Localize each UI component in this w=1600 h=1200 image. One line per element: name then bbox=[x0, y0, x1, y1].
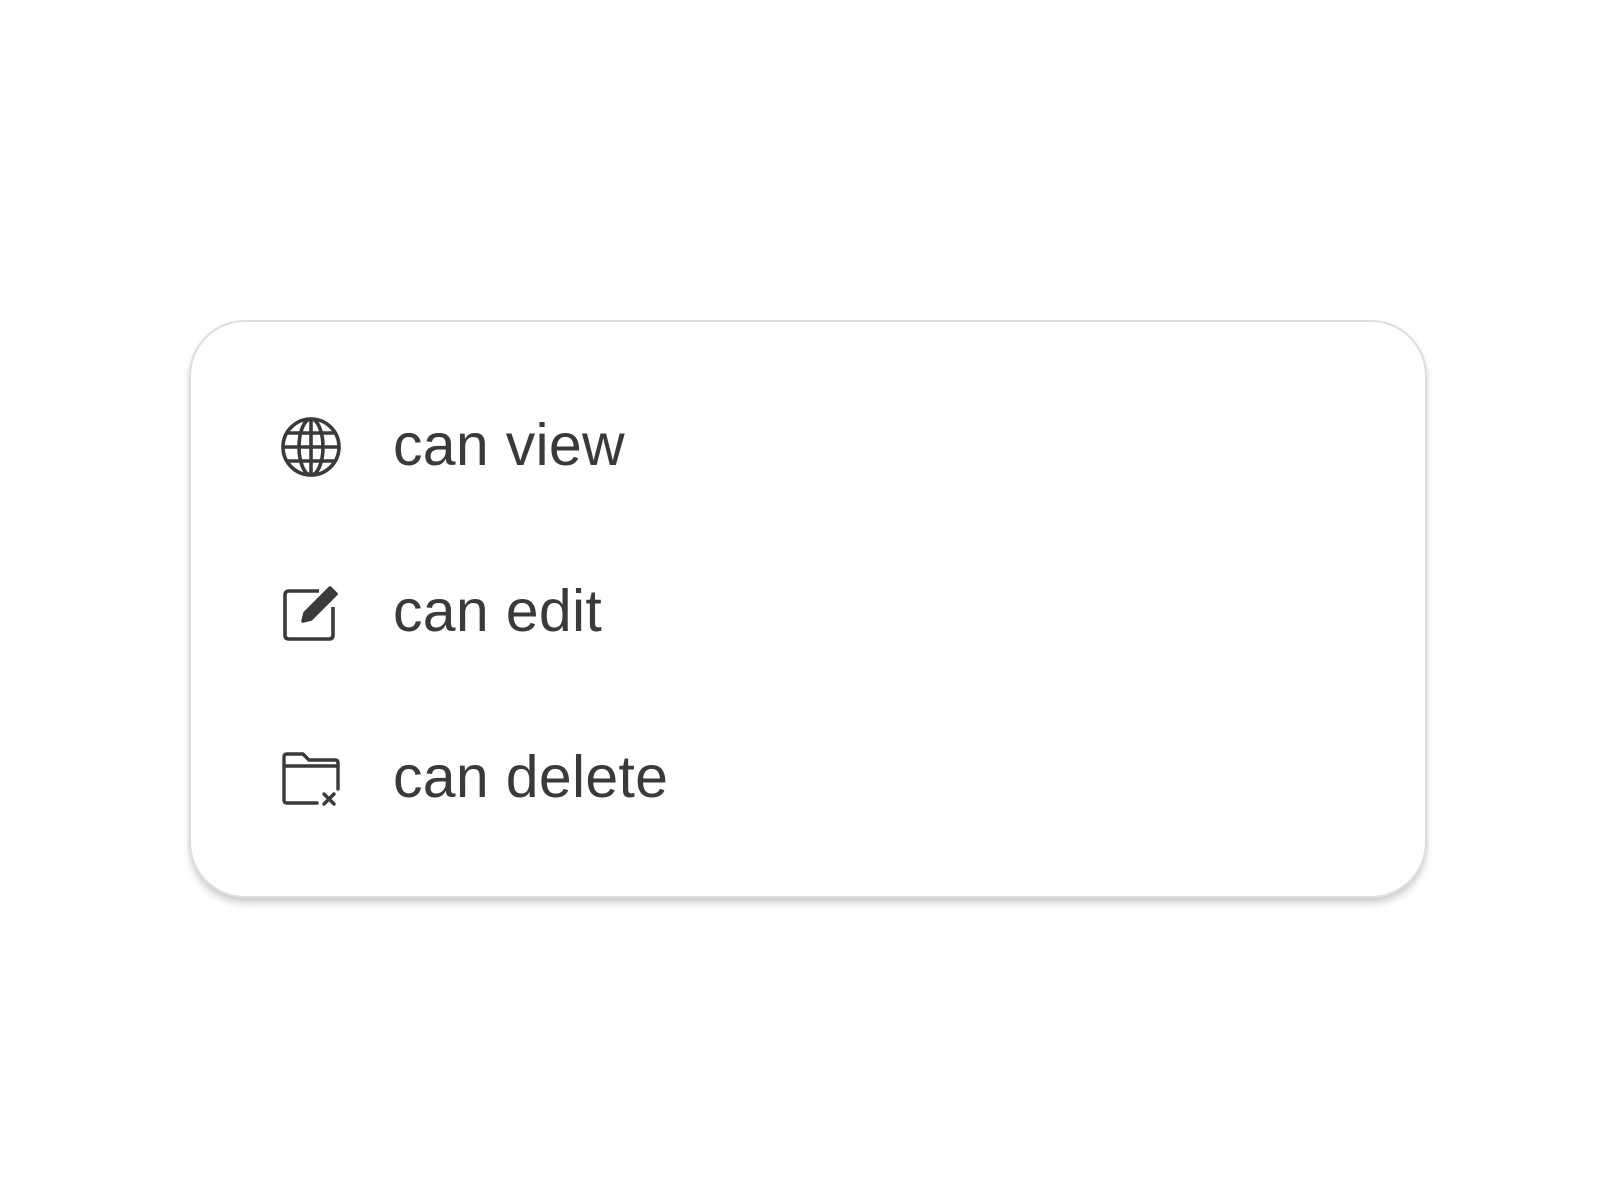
folder-delete-icon bbox=[279, 747, 343, 811]
menu-item-label: can view bbox=[393, 411, 625, 478]
menu-item-can-delete[interactable]: can delete bbox=[191, 696, 1425, 862]
menu-item-label: can edit bbox=[393, 577, 603, 644]
menu-item-can-edit[interactable]: can edit bbox=[191, 530, 1425, 696]
edit-icon bbox=[279, 581, 343, 645]
globe-icon bbox=[279, 415, 343, 479]
permissions-menu: can view can edit can delete bbox=[189, 320, 1427, 898]
menu-item-label: can delete bbox=[393, 743, 669, 810]
menu-item-can-view[interactable]: can view bbox=[191, 364, 1425, 530]
